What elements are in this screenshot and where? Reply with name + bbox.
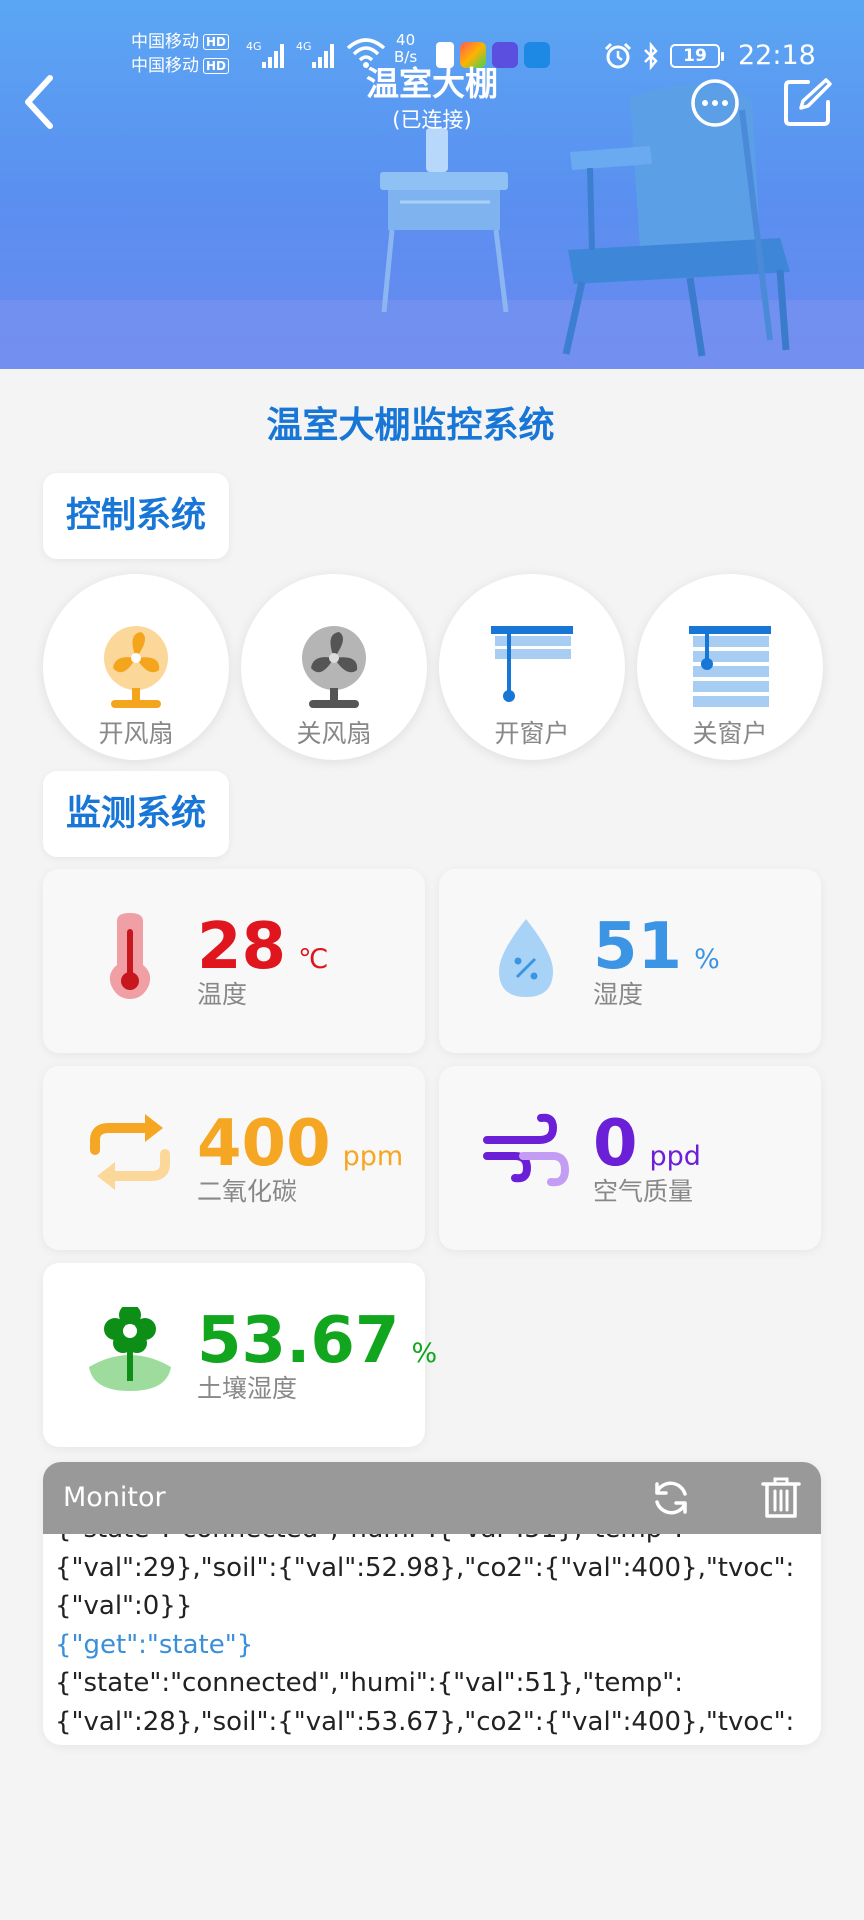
air-quality-label: 空气质量 <box>593 1177 694 1206</box>
humidity-label: 湿度 <box>593 980 644 1009</box>
air-quality-card: 0 ppd 空气质量 <box>439 1066 821 1250</box>
humidity-unit: % <box>694 944 720 975</box>
window-close-label: 关窗户 <box>692 719 768 748</box>
svg-text:4G: 4G <box>246 40 262 53</box>
log-line-received: {"val":0}} <box>55 1591 193 1621</box>
trash-icon[interactable] <box>761 1476 801 1520</box>
monitor-log[interactable]: {"state":"connected","humi":{"val":51},"… <box>55 1534 815 1745</box>
temperature-label: 温度 <box>197 980 248 1009</box>
soil-moisture-label: 土壤湿度 <box>197 1374 298 1403</box>
thermometer-icon <box>109 913 151 999</box>
edit-icon[interactable] <box>782 76 834 128</box>
soil-moisture-unit: % <box>411 1338 438 1369</box>
fan-off-label: 关风扇 <box>296 719 372 748</box>
fan-off-button[interactable]: 关风扇 <box>241 574 427 760</box>
cycle-arrows-icon <box>90 1114 170 1190</box>
hd-badge: HD <box>203 34 230 50</box>
page-title: 温室大棚监控系统 <box>266 405 555 446</box>
network-speed: 40 B/s <box>394 31 418 66</box>
more-options-icon[interactable] <box>690 78 740 128</box>
fan-on-button[interactable]: 开风扇 <box>43 574 229 760</box>
soil-moisture-card: 53.67% 土壤湿度 <box>43 1263 437 1447</box>
temperature-card: 28 ℃ 温度 <box>43 869 425 1053</box>
temperature-value: 28 <box>197 910 287 984</box>
flower-icon <box>89 1307 171 1391</box>
log-line-received: {"state":"connected","humi":{"val":51},"… <box>55 1534 815 1549</box>
monitor-toolbar: Monitor <box>43 1462 821 1534</box>
co2-card: 400 ppm 二氧化碳 <box>43 1066 425 1250</box>
window-close-button[interactable]: 关窗户 <box>637 574 823 760</box>
fan-on-label: 开风扇 <box>98 719 174 748</box>
fan-on-icon <box>104 626 168 708</box>
log-line-received: {"state":"connected","humi":{"val":51},"… <box>55 1668 683 1698</box>
co2-label: 二氧化碳 <box>197 1177 298 1206</box>
co2-unit: ppm <box>342 1141 404 1172</box>
log-line-received: {"val":0}} <box>55 1741 815 1745</box>
water-drop-icon <box>499 919 553 997</box>
humidity-card: 51% 湿度 <box>439 869 821 1053</box>
monitor-title: Monitor <box>63 1482 166 1513</box>
window-open-button[interactable]: 开窗户 <box>439 574 625 760</box>
soil-moisture-value: 53.67 <box>197 1304 400 1378</box>
temperature-unit: ℃ <box>298 944 329 975</box>
air-quality-unit: ppd <box>649 1141 701 1172</box>
blind-closed-icon <box>689 626 771 707</box>
air-quality-value: 0 <box>593 1107 638 1181</box>
svg-text:4G: 4G <box>296 40 312 53</box>
monitor-section-label: 监测系统 <box>43 771 229 857</box>
log-line-received: {"val":29},"soil":{"val":52.98},"co2":{"… <box>55 1552 795 1583</box>
window-open-label: 开窗户 <box>494 719 570 748</box>
carrier-label: 中国移动 <box>131 32 199 52</box>
monitor-panel: Monitor {"state":"connected","humi":{"va… <box>43 1462 821 1745</box>
fan-off-icon <box>302 626 366 708</box>
blind-open-icon <box>491 626 573 702</box>
wind-icon <box>483 1113 569 1187</box>
control-section-label: 控制系统 <box>43 473 229 559</box>
header-banner: 中国移动 HD 中国移动 HD 4G 4G 40 B/s 19 22:18 温室… <box>0 0 864 369</box>
co2-value: 400 <box>197 1107 331 1181</box>
refresh-icon[interactable] <box>649 1476 693 1520</box>
humidity-value: 51 <box>593 910 683 984</box>
log-line-received: {"val":28},"soil":{"val":53.67},"co2":{"… <box>55 1706 795 1737</box>
log-line-sent: {"get":"state"} <box>55 1629 254 1660</box>
